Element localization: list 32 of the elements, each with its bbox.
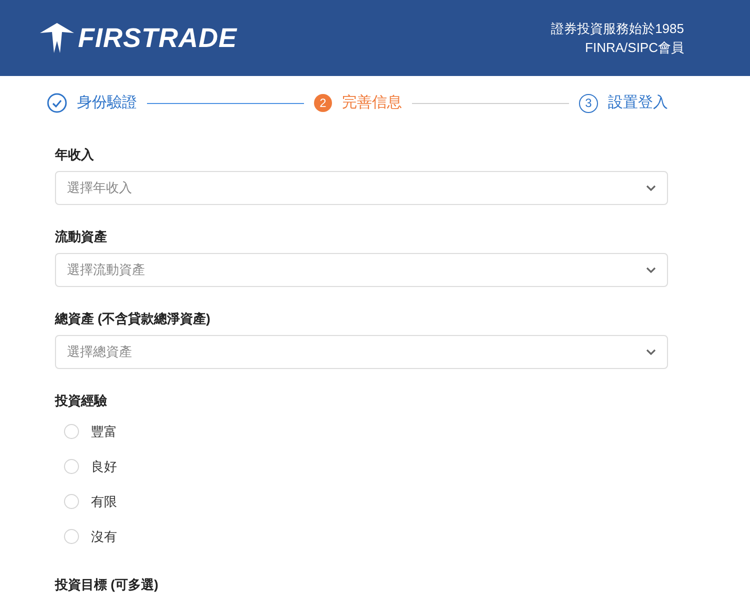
select-placeholder: 選擇總資產 bbox=[67, 343, 132, 362]
chevron-down-icon bbox=[646, 267, 656, 273]
field-label: 流動資產 bbox=[55, 229, 108, 245]
select-field[interactable]: 選擇年收入 bbox=[55, 171, 668, 205]
field-label: 投資目標 (可多選) bbox=[55, 577, 160, 593]
radio-button[interactable] bbox=[64, 494, 79, 509]
step-number: 2 bbox=[314, 94, 332, 112]
logo-text: FIRSTRADE bbox=[78, 22, 237, 55]
step-number: 3 bbox=[579, 94, 598, 112]
tagline: 證券投資服務始於1985 bbox=[551, 20, 684, 38]
select-field[interactable]: 選擇總資產 bbox=[55, 335, 668, 369]
radio-label: 豐富 bbox=[91, 422, 117, 441]
select-placeholder: 選擇流動資產 bbox=[67, 261, 145, 280]
checkmark-icon bbox=[47, 93, 67, 113]
radio-button[interactable] bbox=[64, 529, 79, 544]
select-placeholder: 選擇年收入 bbox=[67, 179, 132, 198]
radio-button[interactable] bbox=[64, 424, 79, 439]
chevron-down-icon bbox=[646, 349, 656, 355]
step-label: 完善信息 bbox=[342, 92, 402, 113]
select-field[interactable]: 選擇流動資產 bbox=[55, 253, 668, 287]
field-label: 投資經驗 bbox=[55, 393, 108, 409]
radio-button[interactable] bbox=[64, 459, 79, 474]
field-label: 年收入 bbox=[55, 147, 95, 163]
step-label: 設置登入 bbox=[608, 92, 668, 113]
membership-text: FINRA/SIPC會員 bbox=[585, 39, 684, 57]
chevron-down-icon bbox=[646, 185, 656, 191]
radio-label: 沒有 bbox=[91, 528, 117, 546]
radio-label: 有限 bbox=[91, 492, 117, 511]
radio-label: 良好 bbox=[91, 458, 117, 476]
step-label: 身份驗證 bbox=[77, 92, 137, 113]
logo-icon bbox=[40, 23, 74, 53]
field-label: 總資產 (不含貸款總淨資產) bbox=[55, 311, 212, 327]
